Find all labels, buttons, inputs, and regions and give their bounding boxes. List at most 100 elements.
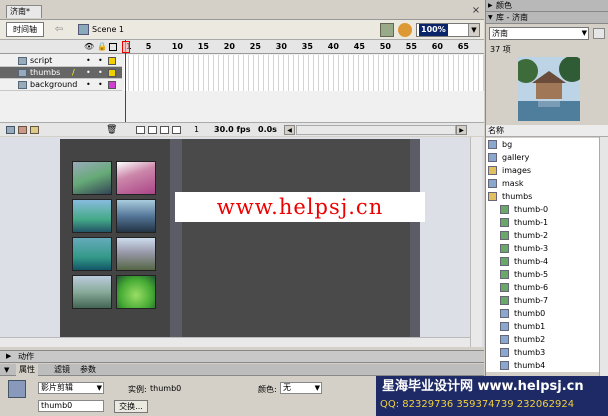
library-vscroll[interactable] [599,137,608,416]
library-item[interactable]: images [486,164,599,177]
swap-button[interactable]: 交换... [114,400,148,413]
zoom-select[interactable]: 100% ▼ [416,23,480,37]
layer-name[interactable]: background [30,79,77,91]
library-item[interactable]: gallery [486,151,599,164]
library-select[interactable]: 济南 ▼ [489,27,589,40]
lock-icon[interactable]: 🔒 [97,42,107,52]
trash-icon[interactable]: 🗑 [106,125,117,135]
center-frame-icon[interactable] [136,126,145,134]
library-item[interactable]: thumb-0 [486,203,599,216]
layer-name[interactable]: script [30,55,52,67]
lock-dot[interactable]: • [98,67,103,79]
chevron-down-icon[interactable]: ▼ [97,383,102,393]
chevron-right-icon: ▶ [488,2,493,9]
library-item[interactable]: thumb0 [486,307,599,320]
edit-symbols-icon[interactable] [380,23,394,37]
timeline-panel: 👁 🔒 15101520253035404550556065 script••t… [0,40,484,136]
instance-name-input[interactable]: thumb0 [38,400,104,412]
library-item[interactable]: thumb4 [486,359,599,372]
symbol-type-select[interactable]: 影片剪辑 ▼ [38,382,104,394]
visibility-dot[interactable]: • [86,67,91,79]
add-guide-icon[interactable] [18,126,27,134]
close-icon[interactable]: × [470,5,482,17]
layer-row[interactable]: thumbs / • • [0,67,122,79]
thumbnail-image[interactable] [72,275,112,309]
folder-icon [488,166,497,175]
scene-label[interactable]: Scene 1 [92,24,124,36]
tab-parameters[interactable]: 参数 [80,364,96,376]
thumbnail-image[interactable] [72,161,112,195]
add-layer-icon[interactable] [6,126,15,134]
frame-rate[interactable]: 30.0 fps [214,124,251,136]
timeline-toggle-button[interactable]: 时间轴 [6,22,44,37]
visibility-dot[interactable]: • [86,79,91,91]
lock-dot[interactable]: • [98,55,103,67]
stage[interactable] [60,139,420,337]
tab-properties[interactable]: 属性 [16,364,38,376]
outline-color-swatch[interactable] [108,81,116,89]
thumbnail-image[interactable] [116,275,156,309]
library-item[interactable]: mask [486,177,599,190]
frame-ruler[interactable]: 15101520253035404550556065 [124,40,484,54]
chevron-down-icon[interactable]: ▼ [315,383,320,393]
edit-multiple-icon[interactable] [172,126,181,134]
timeline-footer: 🗑 1 30.0 fps 0.0s ◀ ▶ [0,122,484,136]
thumbnail-image[interactable] [72,199,112,233]
pencil-icon: / [72,68,75,77]
thumbnail-image[interactable] [116,237,156,271]
document-window: 济南* × 时间轴 ⇦ Scene 1 100% ▼ 👁 🔒 151015202… [0,0,484,416]
library-item[interactable]: thumb-2 [486,229,599,242]
library-item[interactable]: thumb-6 [486,281,599,294]
timeline-hscroll[interactable] [296,125,456,135]
lock-dot[interactable]: • [98,79,103,91]
color-panel-header[interactable]: ▶ 颜色 [486,0,608,12]
thumbnail-image[interactable] [116,199,156,233]
onion-skin-icon[interactable] [148,126,157,134]
back-arrow-icon[interactable]: ⇦ [53,24,65,36]
library-panel-header[interactable]: ▼ 库 - 济南 [486,12,608,24]
library-item[interactable]: bg [486,138,599,151]
chevron-down-icon[interactable]: ▼ [582,28,587,39]
chevron-down-icon[interactable]: ▼ [468,24,479,36]
pin-icon[interactable] [593,28,605,39]
thumbnail-image[interactable] [72,237,112,271]
library-item[interactable]: thumb1 [486,320,599,333]
tab-filters[interactable]: 滤镜 [54,364,70,376]
chevron-down-icon: ▼ [488,14,493,21]
scroll-right-icon[interactable]: ▶ [456,125,467,135]
actions-panel-header[interactable]: ▶ 动作 [0,350,484,363]
stage-vscroll[interactable] [470,137,482,347]
library-item[interactable]: thumb-4 [486,255,599,268]
library-item[interactable]: thumb-3 [486,242,599,255]
outline-color-swatch[interactable] [108,69,116,77]
library-item-name: thumb-7 [514,296,549,305]
library-column-header[interactable]: 名称 [486,125,608,137]
library-item[interactable]: thumbs [486,190,599,203]
visibility-dot[interactable]: • [86,55,91,67]
add-folder-icon[interactable] [30,126,39,134]
library-panel-title: 库 - 济南 [496,13,528,22]
playhead-handle[interactable] [122,41,130,53]
layer-row[interactable]: script • • [0,55,122,67]
edit-scene-icon[interactable] [398,23,412,37]
layer-row[interactable]: background • • [0,79,122,91]
library-item[interactable]: thumb2 [486,333,599,346]
color-effect-select[interactable]: 无 ▼ [280,382,322,394]
stage-hscroll[interactable] [0,337,470,347]
movieclip-icon [488,153,497,162]
bitmap-icon [500,231,509,240]
library-item[interactable]: thumb-7 [486,294,599,307]
bitmap-icon [500,218,509,227]
frame-grid[interactable] [124,55,484,91]
thumbnail-image[interactable] [116,161,156,195]
library-item[interactable]: thumb3 [486,346,599,359]
library-item[interactable]: thumb-1 [486,216,599,229]
library-item[interactable]: thumb-5 [486,268,599,281]
document-tab[interactable]: 济南* [6,5,42,18]
eye-icon[interactable]: 👁 [84,42,94,52]
outline-color-swatch[interactable] [108,57,116,65]
scroll-left-icon[interactable]: ◀ [284,125,295,135]
onion-outline-icon[interactable] [160,126,169,134]
outline-icon[interactable] [109,43,117,51]
layer-name[interactable]: thumbs [30,67,60,79]
